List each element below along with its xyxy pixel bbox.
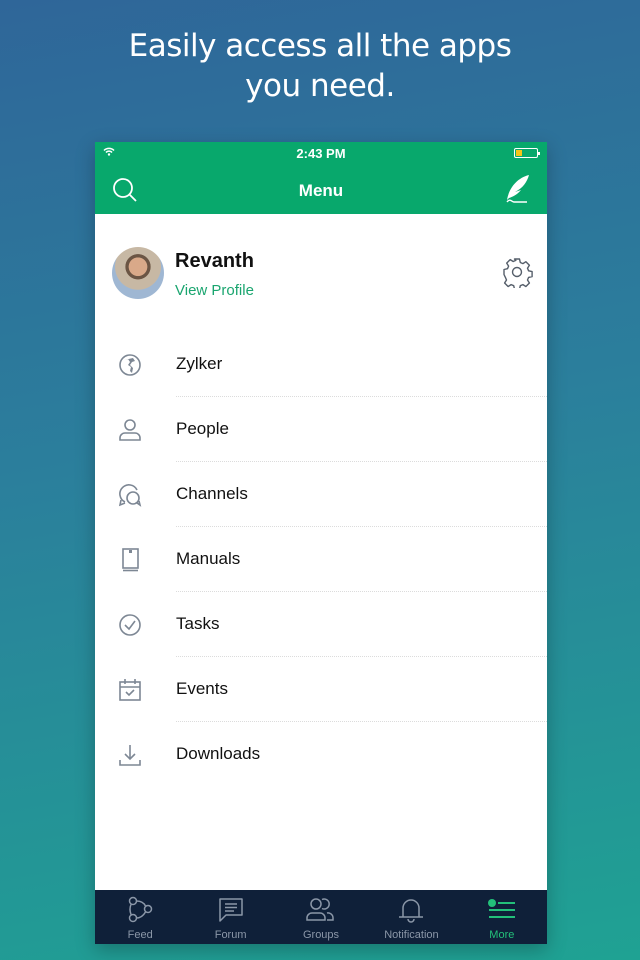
page-title: Menu [298, 181, 344, 200]
avatar[interactable] [112, 247, 164, 299]
tab-more[interactable]: More [457, 890, 547, 944]
person-icon [119, 419, 141, 441]
status-bar: 2:43 PM [95, 142, 547, 164]
tab-groups[interactable]: Groups [276, 890, 366, 944]
headline-line-2: you need. [245, 68, 395, 104]
more-list-icon [487, 899, 515, 918]
tab-forum[interactable]: Forum [185, 890, 275, 944]
status-time: 2:43 PM [296, 146, 346, 161]
menu-item-channels[interactable]: Channels [95, 462, 547, 527]
quill-compose-icon[interactable] [501, 172, 533, 206]
feed-nodes-icon [128, 896, 153, 923]
menu-item-zylker[interactable]: Zylker [95, 332, 547, 397]
globe-icon [119, 354, 141, 376]
chat-bubbles-icon [118, 484, 142, 507]
menu-item-downloads[interactable]: Downloads [95, 722, 547, 787]
headline-line-1: Easily access all the apps [128, 28, 512, 64]
tab-label: Forum [214, 929, 247, 941]
nav-bar: Menu [95, 164, 547, 214]
menu-item-manuals[interactable]: Manuals [95, 527, 547, 592]
menu-item-events[interactable]: Events [95, 657, 547, 722]
tab-label: Notification [384, 929, 439, 941]
phone-screen: 2:43 PM Menu Revanth View Profile Zylker… [95, 142, 547, 944]
menu-item-label: Zylker [176, 354, 223, 373]
tab-notification[interactable]: Notification [366, 890, 456, 944]
groups-icon [306, 898, 334, 921]
tab-feed[interactable]: Feed [95, 890, 185, 944]
gear-icon[interactable] [501, 256, 533, 288]
top-bar: 2:43 PM Menu [95, 142, 547, 214]
battery-low-icon [514, 148, 540, 158]
view-profile-link[interactable]: View Profile [175, 282, 254, 299]
menu-item-tasks[interactable]: Tasks [95, 592, 547, 657]
menu-list: Zylker People Channels Manuals Tasks Eve… [95, 332, 547, 787]
check-circle-icon [119, 614, 141, 636]
forum-icon [218, 898, 243, 922]
bell-icon [399, 899, 424, 923]
menu-item-people[interactable]: People [95, 397, 547, 462]
profile-name: Revanth [175, 250, 254, 272]
tab-label: Groups [302, 929, 340, 941]
menu-item-label: People [176, 419, 229, 438]
headline: Easily access all the apps you need. [0, 26, 640, 106]
menu-item-label: Tasks [176, 614, 220, 633]
menu-item-label: Manuals [176, 549, 241, 568]
tab-label: More [489, 929, 515, 941]
menu-item-label: Downloads [176, 744, 261, 763]
menu-item-label: Events [176, 679, 228, 698]
download-icon [119, 745, 141, 766]
menu-item-label: Channels [176, 484, 248, 503]
calendar-check-icon [119, 679, 141, 701]
tab-label: Feed [127, 929, 153, 941]
profile-section[interactable]: Revanth View Profile [95, 214, 547, 330]
book-icon [122, 548, 139, 572]
tab-bar: Feed Forum Groups Notification More [95, 890, 547, 944]
